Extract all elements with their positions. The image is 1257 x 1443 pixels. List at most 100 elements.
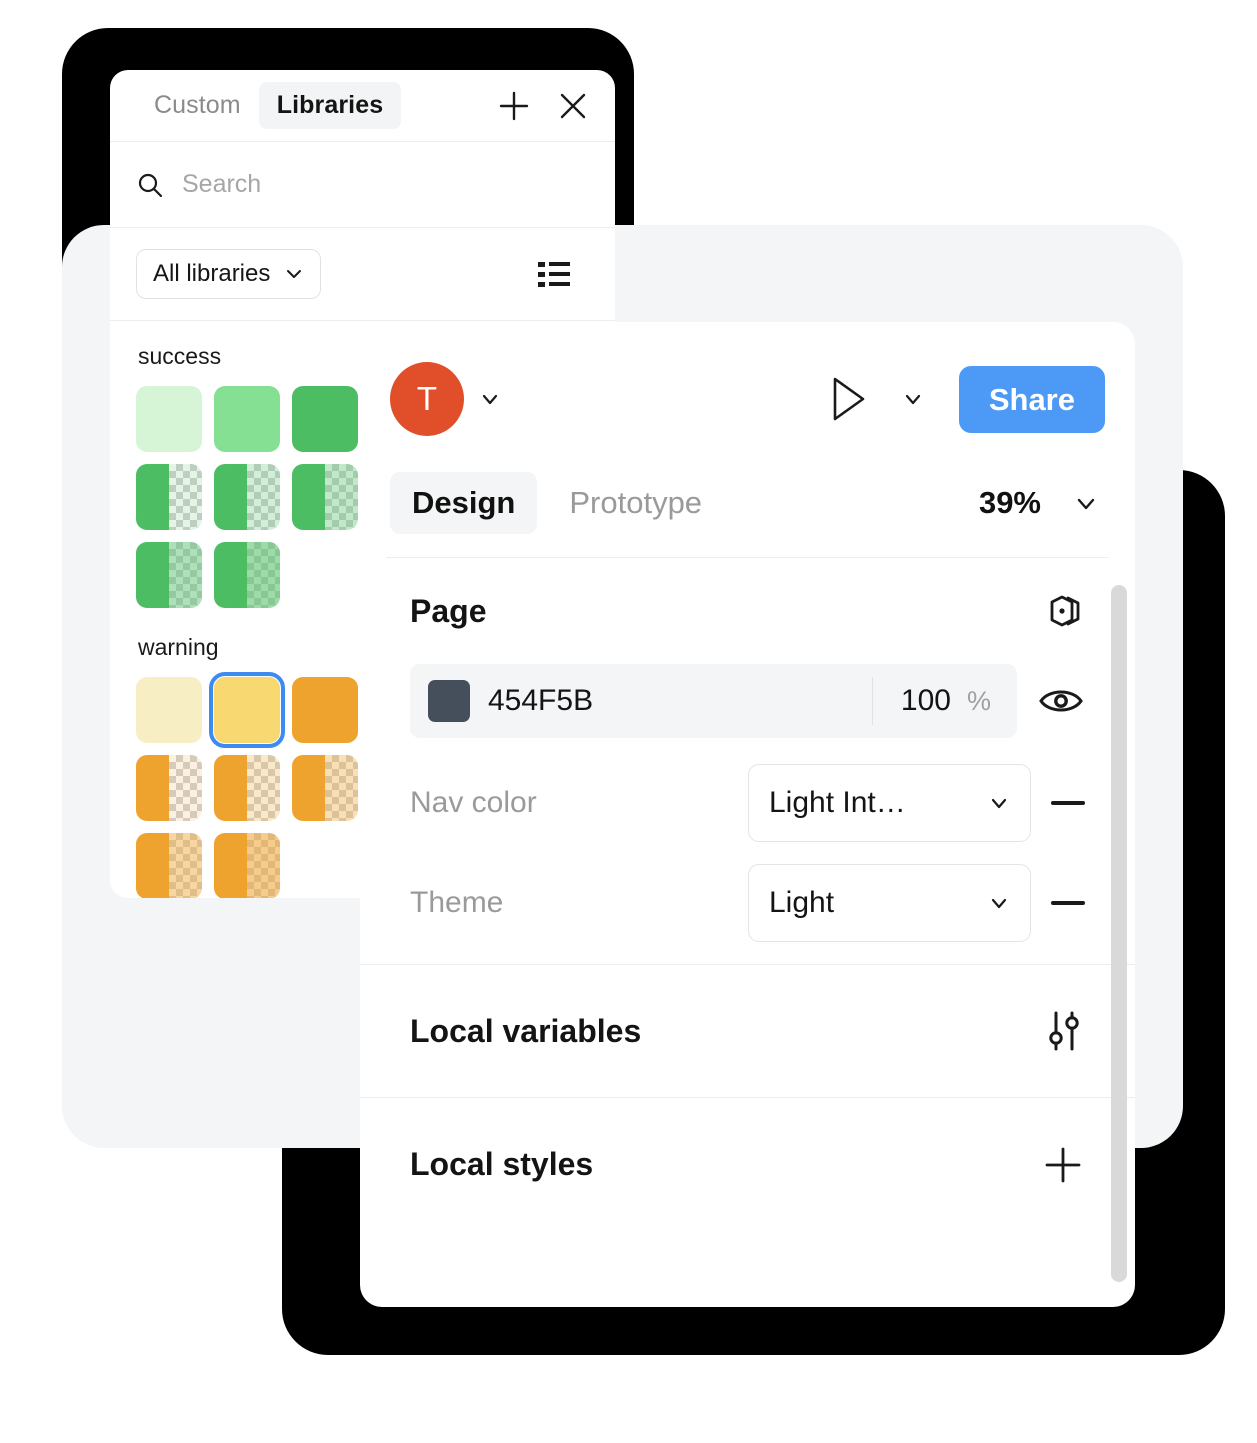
swatch-alpha-tint	[169, 833, 202, 898]
multi-page-icon[interactable]	[1041, 589, 1085, 633]
zoom-level[interactable]: 39%	[979, 485, 1041, 521]
page-fill-row: 454F5B 100 %	[386, 664, 1109, 764]
eye-icon[interactable]	[1037, 683, 1085, 719]
swatch-warning-2[interactable]	[209, 672, 285, 748]
design-panel-toolbar: T Share	[386, 350, 1109, 448]
nav-color-select[interactable]: Light Int…	[748, 764, 1031, 842]
swatch-opaque-half	[214, 464, 247, 530]
swatch-warning-4[interactable]	[136, 755, 202, 821]
swatch-warning-3[interactable]	[292, 677, 358, 743]
swatch-checker-half	[325, 464, 358, 530]
theme-row: Theme Light	[386, 864, 1109, 964]
local-styles-section[interactable]: Local styles	[360, 1098, 1135, 1231]
swatch-alpha-tint	[169, 755, 202, 821]
swatch-warning-1[interactable]	[136, 677, 202, 743]
present-chevron-down-icon[interactable]	[901, 387, 925, 411]
fill-opacity-input[interactable]: 100	[873, 684, 951, 718]
design-panel-tabbar: Design Prototype 39%	[386, 448, 1109, 558]
fill-opacity-unit: %	[966, 685, 991, 716]
swatch-alpha-tint	[169, 542, 202, 608]
swatch-checker-half	[169, 542, 202, 608]
nav-color-value: Light Int…	[769, 786, 906, 819]
play-icon[interactable]	[827, 374, 871, 424]
avatar-chevron-down-icon[interactable]	[478, 387, 502, 411]
swatch-solid-fill	[292, 386, 358, 452]
theme-chevron-down-icon	[988, 892, 1010, 914]
swatch-checker-half	[247, 833, 280, 898]
swatch-success-8[interactable]	[214, 542, 280, 608]
swatch-success-4[interactable]	[136, 464, 202, 530]
tab-libraries[interactable]: Libraries	[258, 82, 402, 129]
swatch-solid-fill	[214, 386, 280, 452]
avatar-initial: T	[416, 380, 438, 417]
page-section-header: Page	[386, 558, 1109, 664]
list-view-icon[interactable]	[537, 259, 571, 289]
search-input[interactable]: Search	[182, 170, 261, 199]
swatch-opaque-half	[214, 833, 247, 898]
swatch-warning-7[interactable]	[136, 833, 202, 898]
swatch-checker-half	[169, 464, 202, 530]
local-variables-label: Local variables	[410, 1012, 642, 1049]
swatch-success-7[interactable]	[136, 542, 202, 608]
swatch-checker-half	[247, 542, 280, 608]
screenshot-stage: Custom Libraries Search All libraries su…	[0, 0, 1257, 1443]
swatch-opaque-half	[214, 755, 247, 821]
search-icon	[136, 171, 164, 199]
swatch-opaque-half	[292, 755, 325, 821]
zoom-chevron-down-icon[interactable]	[1073, 490, 1099, 516]
share-button[interactable]: Share	[958, 365, 1105, 433]
nav-color-minus-icon[interactable]	[1051, 801, 1085, 805]
library-search-row[interactable]: Search	[110, 142, 615, 228]
swatch-alpha-tint	[169, 464, 202, 530]
swatch-alpha-tint	[247, 833, 280, 898]
swatch-success-1[interactable]	[136, 386, 202, 452]
page-section: Page 454F5B 100 % Nav color Light Int… T…	[360, 558, 1135, 965]
theme-select[interactable]: Light	[748, 864, 1031, 942]
swatch-warning-5[interactable]	[214, 755, 280, 821]
chevron-down-icon	[284, 264, 304, 284]
fill-color-swatch[interactable]	[428, 680, 470, 722]
swatch-success-3[interactable]	[292, 386, 358, 452]
local-styles-label: Local styles	[410, 1146, 594, 1182]
swatch-checker-half	[247, 755, 280, 821]
libraries-tabbar: Custom Libraries	[110, 70, 615, 142]
swatch-alpha-tint	[247, 464, 280, 530]
swatch-solid-fill	[136, 677, 202, 743]
swatch-opaque-half	[292, 464, 325, 530]
swatch-alpha-tint	[247, 542, 280, 608]
theme-label: Theme	[410, 886, 504, 919]
swatch-warning-8[interactable]	[214, 833, 280, 898]
plus-icon[interactable]	[497, 89, 531, 123]
design-panel-header: T Share Design Prototype 39%	[360, 322, 1135, 558]
sliders-icon[interactable]	[1043, 1009, 1085, 1053]
swatch-opaque-half	[136, 542, 169, 608]
tab-design[interactable]: Design	[390, 471, 538, 534]
swatch-opaque-half	[136, 755, 169, 821]
tab-custom[interactable]: Custom	[136, 82, 259, 129]
swatch-success-5[interactable]	[214, 464, 280, 530]
swatch-success-2[interactable]	[214, 386, 280, 452]
swatch-checker-half	[325, 755, 358, 821]
local-styles-plus-icon[interactable]	[1041, 1143, 1085, 1187]
close-icon[interactable]	[557, 90, 589, 122]
theme-value: Light	[769, 886, 835, 919]
tab-prototype[interactable]: Prototype	[547, 472, 724, 534]
local-variables-section[interactable]: Local variables	[360, 965, 1135, 1098]
swatch-opaque-half	[136, 464, 169, 530]
avatar[interactable]: T	[390, 362, 464, 436]
swatch-success-6[interactable]	[292, 464, 358, 530]
swatch-opaque-half	[214, 542, 247, 608]
swatch-checker-half	[247, 464, 280, 530]
library-filter-row: All libraries	[110, 228, 615, 321]
fill-field[interactable]: 454F5B 100 %	[410, 664, 1017, 738]
fill-hex-input[interactable]: 454F5B	[488, 684, 872, 718]
page-title: Page	[410, 592, 487, 629]
all-libraries-select[interactable]: All libraries	[136, 249, 322, 299]
swatch-alpha-tint	[325, 464, 358, 530]
swatch-solid-fill	[136, 386, 202, 452]
theme-minus-icon[interactable]	[1051, 901, 1085, 905]
swatch-warning-6[interactable]	[292, 755, 358, 821]
design-panel-scrollbar[interactable]	[1111, 585, 1127, 1282]
swatch-solid-fill	[292, 677, 358, 743]
swatch-checker-half	[169, 833, 202, 898]
